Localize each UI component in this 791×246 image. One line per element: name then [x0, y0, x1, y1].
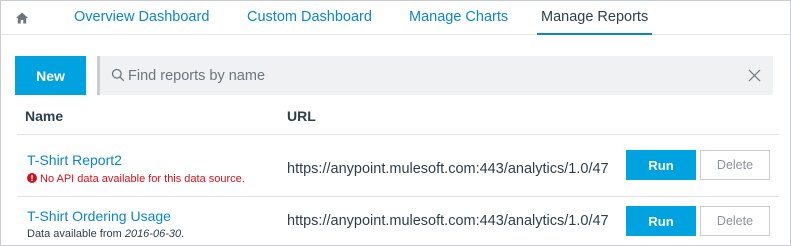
- report-status-info: Data available from 2016-06-30.: [27, 228, 184, 240]
- report-status-error: No API data available for this data sour…: [27, 173, 245, 185]
- report-url: https://anypoint.mulesoft.com:443/analyt…: [287, 213, 609, 229]
- delete-button[interactable]: Delete: [700, 150, 770, 180]
- clear-search-icon[interactable]: [748, 69, 761, 82]
- search-icon: [111, 68, 125, 82]
- run-button[interactable]: Run: [626, 206, 696, 236]
- delete-button[interactable]: Delete: [700, 206, 770, 236]
- status-text: No API data available for this data sour…: [40, 173, 245, 185]
- error-icon: [27, 173, 37, 183]
- report-url: https://anypoint.mulesoft.com:443/analyt…: [287, 161, 609, 177]
- status-prefix: Data available from: [27, 228, 125, 240]
- column-header-name: Name: [25, 108, 64, 124]
- tab-manage-charts[interactable]: Manage Charts: [409, 1, 508, 35]
- tab-custom-dashboard[interactable]: Custom Dashboard: [247, 1, 372, 35]
- report-name-link[interactable]: T-Shirt Report2: [27, 152, 122, 168]
- search-bar: [97, 56, 773, 95]
- top-nav: Overview Dashboard Custom Dashboard Mana…: [1, 1, 790, 35]
- status-date: 2016-06-30: [124, 228, 182, 240]
- tab-overview-dashboard[interactable]: Overview Dashboard: [74, 1, 209, 35]
- header-divider: [17, 134, 779, 135]
- status-suffix: .: [181, 228, 185, 240]
- home-icon[interactable]: [15, 11, 29, 25]
- report-name-link[interactable]: T-Shirt Ordering Usage: [27, 208, 171, 224]
- column-header-url: URL: [287, 108, 316, 124]
- manage-reports-panel: Overview Dashboard Custom Dashboard Mana…: [0, 0, 791, 246]
- new-report-button[interactable]: New: [15, 56, 86, 95]
- tab-manage-reports[interactable]: Manage Reports: [537, 1, 653, 35]
- row-divider: [17, 196, 779, 197]
- run-button[interactable]: Run: [626, 150, 696, 180]
- search-input[interactable]: [128, 56, 738, 95]
